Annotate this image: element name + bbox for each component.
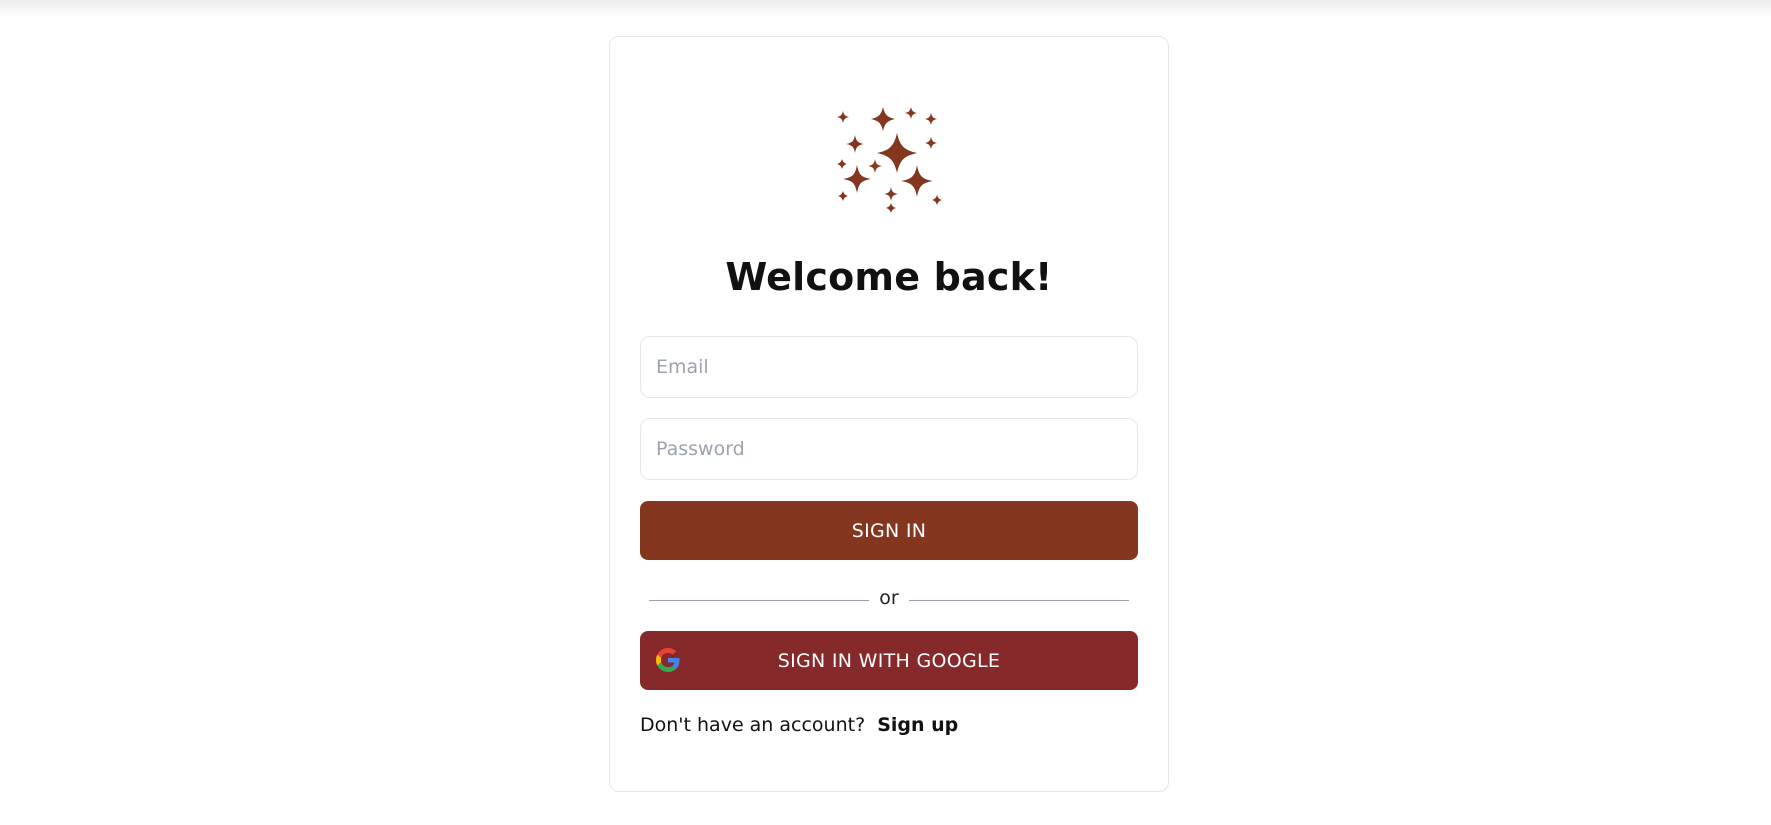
divider-text: or	[879, 587, 899, 609]
login-card: Welcome back! SIGN IN or SIGN IN WITH GO…	[609, 36, 1169, 792]
page-title: Welcome back!	[725, 255, 1053, 299]
google-sign-in-button[interactable]: SIGN IN WITH GOOGLE	[640, 631, 1138, 690]
sparkles-icon	[837, 107, 942, 213]
sign-in-button[interactable]: SIGN IN	[640, 501, 1138, 560]
email-input[interactable]	[640, 336, 1138, 398]
google-sign-in-button-label: SIGN IN WITH GOOGLE	[777, 649, 1001, 672]
no-account-text: Don't have an account?	[640, 714, 866, 736]
sign-in-button-label: SIGN IN	[851, 519, 927, 542]
google-icon	[656, 648, 680, 672]
password-input[interactable]	[640, 418, 1138, 480]
sign-up-link[interactable]: Sign up	[877, 714, 958, 736]
or-divider: or	[649, 587, 1129, 615]
divider-line-right	[909, 600, 1129, 601]
signup-prompt: Don't have an account? Sign up	[640, 714, 958, 736]
top-bar-shadow	[0, 0, 1771, 18]
